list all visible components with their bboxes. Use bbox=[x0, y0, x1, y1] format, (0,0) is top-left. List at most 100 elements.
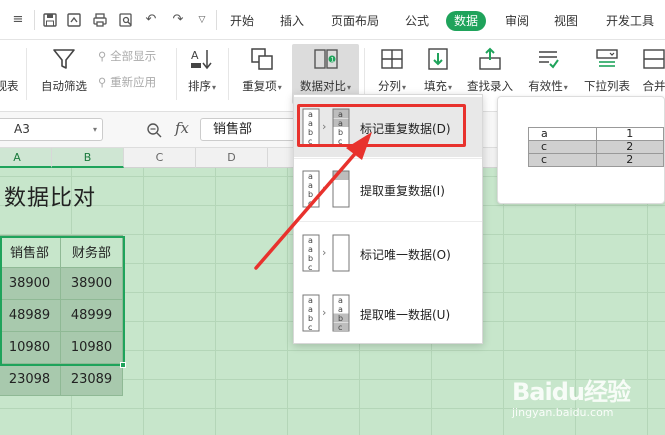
table-cell[interactable]: 10980 bbox=[0, 331, 61, 364]
expand-icon[interactable]: ≡ bbox=[10, 12, 26, 28]
split-column-label: 分列 bbox=[377, 79, 401, 93]
icon-letter: b bbox=[338, 314, 343, 323]
table-row: 23098 23089 bbox=[0, 363, 123, 396]
menu-item-label: 标记重复数据(D) bbox=[360, 122, 451, 136]
table-cell[interactable]: 23098 bbox=[0, 363, 61, 396]
watermark-brand: Baidu经验 bbox=[512, 378, 631, 406]
tab-developer-tools[interactable]: 开发工具 bbox=[606, 12, 654, 30]
tab-formulas[interactable]: 公式 bbox=[405, 12, 429, 30]
separator bbox=[26, 48, 27, 100]
preview-cell: c bbox=[528, 140, 597, 154]
chevron-right-icon: › bbox=[322, 306, 326, 319]
fx-icon[interactable]: fx bbox=[175, 119, 189, 137]
fill-label: 填充 bbox=[423, 79, 447, 93]
preview-row: a 1 bbox=[528, 127, 665, 141]
table-cell[interactable]: 38900 bbox=[0, 267, 61, 300]
dropdown-list-button[interactable]: 下拉列表 bbox=[580, 44, 634, 104]
dropdown-list-label: 下拉列表 bbox=[584, 79, 630, 93]
fill-handle[interactable] bbox=[120, 362, 126, 368]
split-column-icon bbox=[381, 49, 403, 69]
icon-letter: c bbox=[308, 199, 312, 208]
merge-calculation-button[interactable]: 合并 bbox=[638, 44, 665, 104]
table-cell[interactable]: 48999 bbox=[60, 299, 123, 332]
svg-text:1: 1 bbox=[330, 57, 334, 64]
table-header-cell[interactable]: 销售部 bbox=[0, 235, 61, 268]
reapply-button[interactable]: ⚲ 重新应用 bbox=[98, 74, 156, 90]
chevron-right-icon: › bbox=[322, 246, 326, 259]
separator bbox=[228, 48, 229, 100]
print-icon[interactable] bbox=[92, 12, 108, 28]
print-preview-icon[interactable] bbox=[118, 12, 134, 28]
tab-home[interactable]: 开始 bbox=[230, 12, 254, 30]
menu-tab-bar: ≡ ↶ ↷ ▽ 开始 插入 页面布局 公式 数据 审阅 视图 开发工具 bbox=[0, 0, 665, 40]
column-header-d[interactable]: D bbox=[196, 148, 268, 168]
menu-item-extract-duplicates[interactable]: a a b c › 提取重复数据(I) bbox=[294, 159, 482, 219]
pivot-table-button[interactable]: 视表 bbox=[0, 44, 22, 104]
duplicates-icon bbox=[251, 48, 273, 70]
preview-cell: a bbox=[528, 127, 597, 141]
sheet-title[interactable]: 数据比对 bbox=[4, 180, 96, 212]
icon-letter: a bbox=[308, 296, 313, 305]
menu-item-extract-unique[interactable]: a a b c › a a b c 提取唯一数据(U) bbox=[294, 283, 482, 343]
icon-letter: b bbox=[308, 314, 313, 323]
icon-letter: b bbox=[308, 254, 313, 263]
column-header-b[interactable]: B bbox=[52, 148, 124, 168]
menu-divider bbox=[294, 221, 482, 222]
extract-unique-icon: aabc›aabc bbox=[302, 294, 350, 332]
tab-page-layout[interactable]: 页面布局 bbox=[331, 12, 379, 30]
undo-icon[interactable]: ↶ bbox=[143, 12, 159, 28]
icon-letter: c bbox=[308, 263, 312, 272]
name-box[interactable]: A3 ▾ bbox=[0, 118, 103, 141]
caret-down-icon: ▾ bbox=[563, 83, 568, 92]
filter-icon bbox=[53, 49, 75, 69]
table-cell[interactable]: 48989 bbox=[0, 299, 61, 332]
chevron-right-icon: › bbox=[322, 182, 326, 195]
zoom-icon[interactable] bbox=[146, 122, 162, 138]
validity-icon bbox=[539, 51, 559, 69]
redo-icon[interactable]: ↷ bbox=[170, 12, 186, 28]
icon-letter: c bbox=[308, 137, 312, 146]
table-cell[interactable]: 23089 bbox=[60, 363, 123, 396]
tab-insert[interactable]: 插入 bbox=[280, 12, 304, 30]
tab-data[interactable]: 数据 bbox=[446, 11, 487, 31]
column-header-c[interactable]: C bbox=[124, 148, 196, 168]
cell-reference: A3 bbox=[14, 122, 30, 136]
caret-down-icon: ▾ bbox=[277, 83, 282, 92]
table-cell[interactable]: 10980 bbox=[60, 331, 123, 364]
icon-letter: a bbox=[338, 296, 343, 305]
menu-item-mark-unique[interactable]: a a b c › 标记唯一数据(O) bbox=[294, 223, 482, 283]
watermark-url: jingyan.baidu.com bbox=[512, 406, 614, 419]
customize-toolbar-icon[interactable]: ▽ bbox=[194, 12, 210, 28]
icon-letter: a bbox=[338, 305, 343, 314]
export-pdf-icon[interactable] bbox=[66, 12, 82, 28]
auto-filter-label: 自动筛选 bbox=[41, 79, 87, 93]
table-row: 48989 48999 bbox=[0, 299, 123, 332]
validity-button[interactable]: 有效性▾ bbox=[522, 44, 574, 104]
preview-cell: 2 bbox=[595, 153, 665, 167]
data-table: 销售部 财务部 38900 38900 48989 48999 10980 10… bbox=[0, 235, 123, 396]
lookup-entry-label: 查找录入 bbox=[467, 79, 513, 93]
table-header-cell[interactable]: 财务部 bbox=[60, 235, 123, 268]
validity-label: 有效性 bbox=[528, 79, 563, 93]
icon-letter: a bbox=[308, 236, 313, 245]
separator bbox=[34, 10, 35, 30]
column-header-a[interactable]: A bbox=[0, 148, 52, 168]
auto-filter-button[interactable]: 自动筛选 bbox=[36, 44, 92, 104]
tab-review[interactable]: 审阅 bbox=[505, 12, 529, 30]
svg-text:A: A bbox=[191, 49, 199, 62]
sort-button[interactable]: A 排序▾ bbox=[182, 44, 222, 104]
icon-letter: c bbox=[338, 323, 342, 332]
icon-letter: a bbox=[308, 172, 313, 181]
table-cell[interactable]: 38900 bbox=[60, 267, 123, 300]
save-icon[interactable] bbox=[42, 12, 58, 28]
tab-view[interactable]: 视图 bbox=[554, 12, 578, 30]
separator bbox=[364, 48, 365, 100]
show-all-button[interactable]: ⚲ 全部显示 bbox=[98, 48, 156, 64]
duplicates-button[interactable]: 重复项▾ bbox=[236, 44, 288, 104]
menu-item-mark-duplicates[interactable]: a a b c › a a b c 标记重复数据(D) bbox=[294, 97, 482, 157]
show-all-label: 全部显示 bbox=[110, 49, 157, 63]
caret-down-icon: ▾ bbox=[401, 83, 406, 92]
preview-cell: 2 bbox=[595, 140, 665, 154]
table-header-row: 销售部 财务部 bbox=[0, 235, 123, 268]
preview-row: c 2 bbox=[528, 153, 665, 167]
